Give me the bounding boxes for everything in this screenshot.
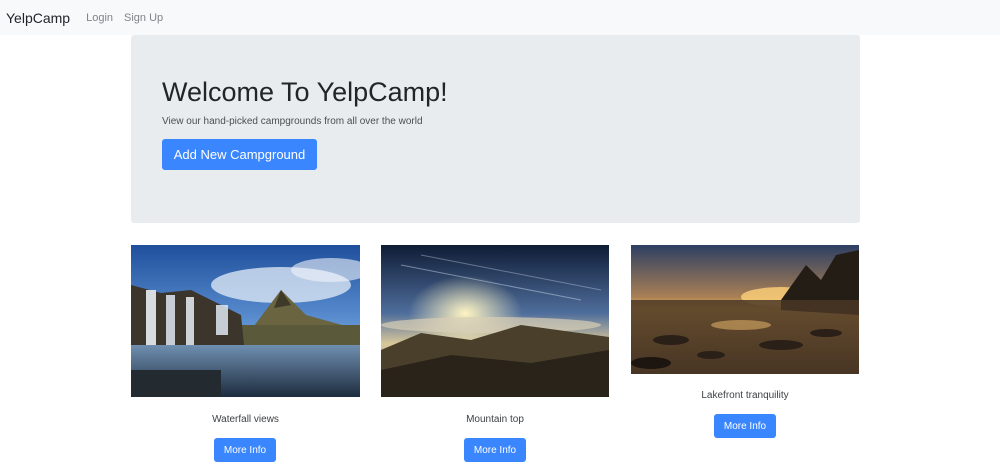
brand-link[interactable]: YelpCamp [6, 10, 70, 26]
signup-link[interactable]: Sign Up [124, 12, 163, 24]
navbar: YelpCamp Login Sign Up [0, 0, 1000, 35]
jumbotron: Welcome To YelpCamp! View our hand-picke… [131, 35, 860, 223]
campground-image [631, 245, 859, 374]
more-info-button[interactable]: More Info [714, 414, 776, 438]
campground-card: Waterfall views More Info [131, 245, 360, 467]
more-info-button[interactable]: More Info [214, 438, 276, 462]
add-campground-button[interactable]: Add New Campground [162, 139, 317, 170]
campground-name: Waterfall views [212, 414, 279, 425]
campground-name: Mountain top [466, 414, 524, 425]
campground-card: Mountain top More Info [381, 245, 609, 467]
login-link[interactable]: Login [86, 12, 113, 24]
campground-card: Lakefront tranquility More Info [631, 245, 859, 445]
more-info-button[interactable]: More Info [464, 438, 526, 462]
page-subtitle: View our hand-picked campgrounds from al… [162, 116, 423, 127]
campground-name: Lakefront tranquility [701, 390, 789, 401]
page-title: Welcome To YelpCamp! [162, 77, 448, 107]
campground-image [381, 245, 609, 397]
campground-image [131, 245, 360, 397]
